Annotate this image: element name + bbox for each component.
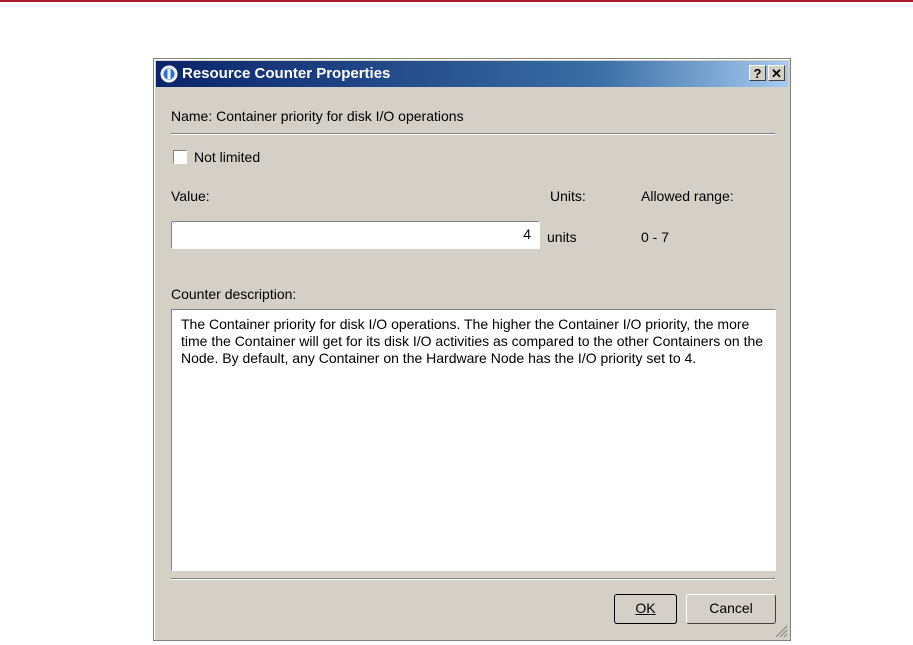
counter-description-text[interactable]: The Container priority for disk I/O oper… bbox=[171, 309, 776, 571]
units-label: Units: bbox=[550, 188, 586, 204]
resource-counter-dialog: Resource Counter Properties ? ✕ Name: Co… bbox=[153, 58, 791, 641]
allowed-range-value: 0 - 7 bbox=[641, 229, 670, 245]
ok-button-label: OK bbox=[635, 600, 656, 616]
window-title: Resource Counter Properties bbox=[182, 65, 391, 82]
not-limited-checkbox[interactable] bbox=[173, 150, 187, 164]
divider-top bbox=[171, 133, 775, 135]
divider-bottom bbox=[171, 578, 775, 580]
units-value: units bbox=[547, 229, 577, 245]
app-icon bbox=[160, 65, 178, 83]
ok-button[interactable]: OK bbox=[614, 594, 677, 624]
value-label: Value: bbox=[171, 188, 210, 204]
title-bar[interactable]: Resource Counter Properties ? ✕ bbox=[156, 61, 788, 87]
counter-name: Name: Container priority for disk I/O op… bbox=[171, 108, 464, 124]
close-button[interactable]: ✕ bbox=[768, 65, 785, 81]
help-button[interactable]: ? bbox=[749, 65, 766, 81]
value-input[interactable]: 4 bbox=[171, 221, 540, 249]
resize-grip-icon[interactable] bbox=[774, 624, 788, 638]
not-limited-label[interactable]: Not limited bbox=[194, 149, 260, 165]
allowed-range-label: Allowed range: bbox=[641, 188, 734, 204]
cancel-button[interactable]: Cancel bbox=[686, 594, 776, 624]
page-top-rule bbox=[0, 0, 913, 2]
cancel-button-label: Cancel bbox=[709, 600, 753, 616]
counter-description-label: Counter description: bbox=[171, 286, 297, 302]
